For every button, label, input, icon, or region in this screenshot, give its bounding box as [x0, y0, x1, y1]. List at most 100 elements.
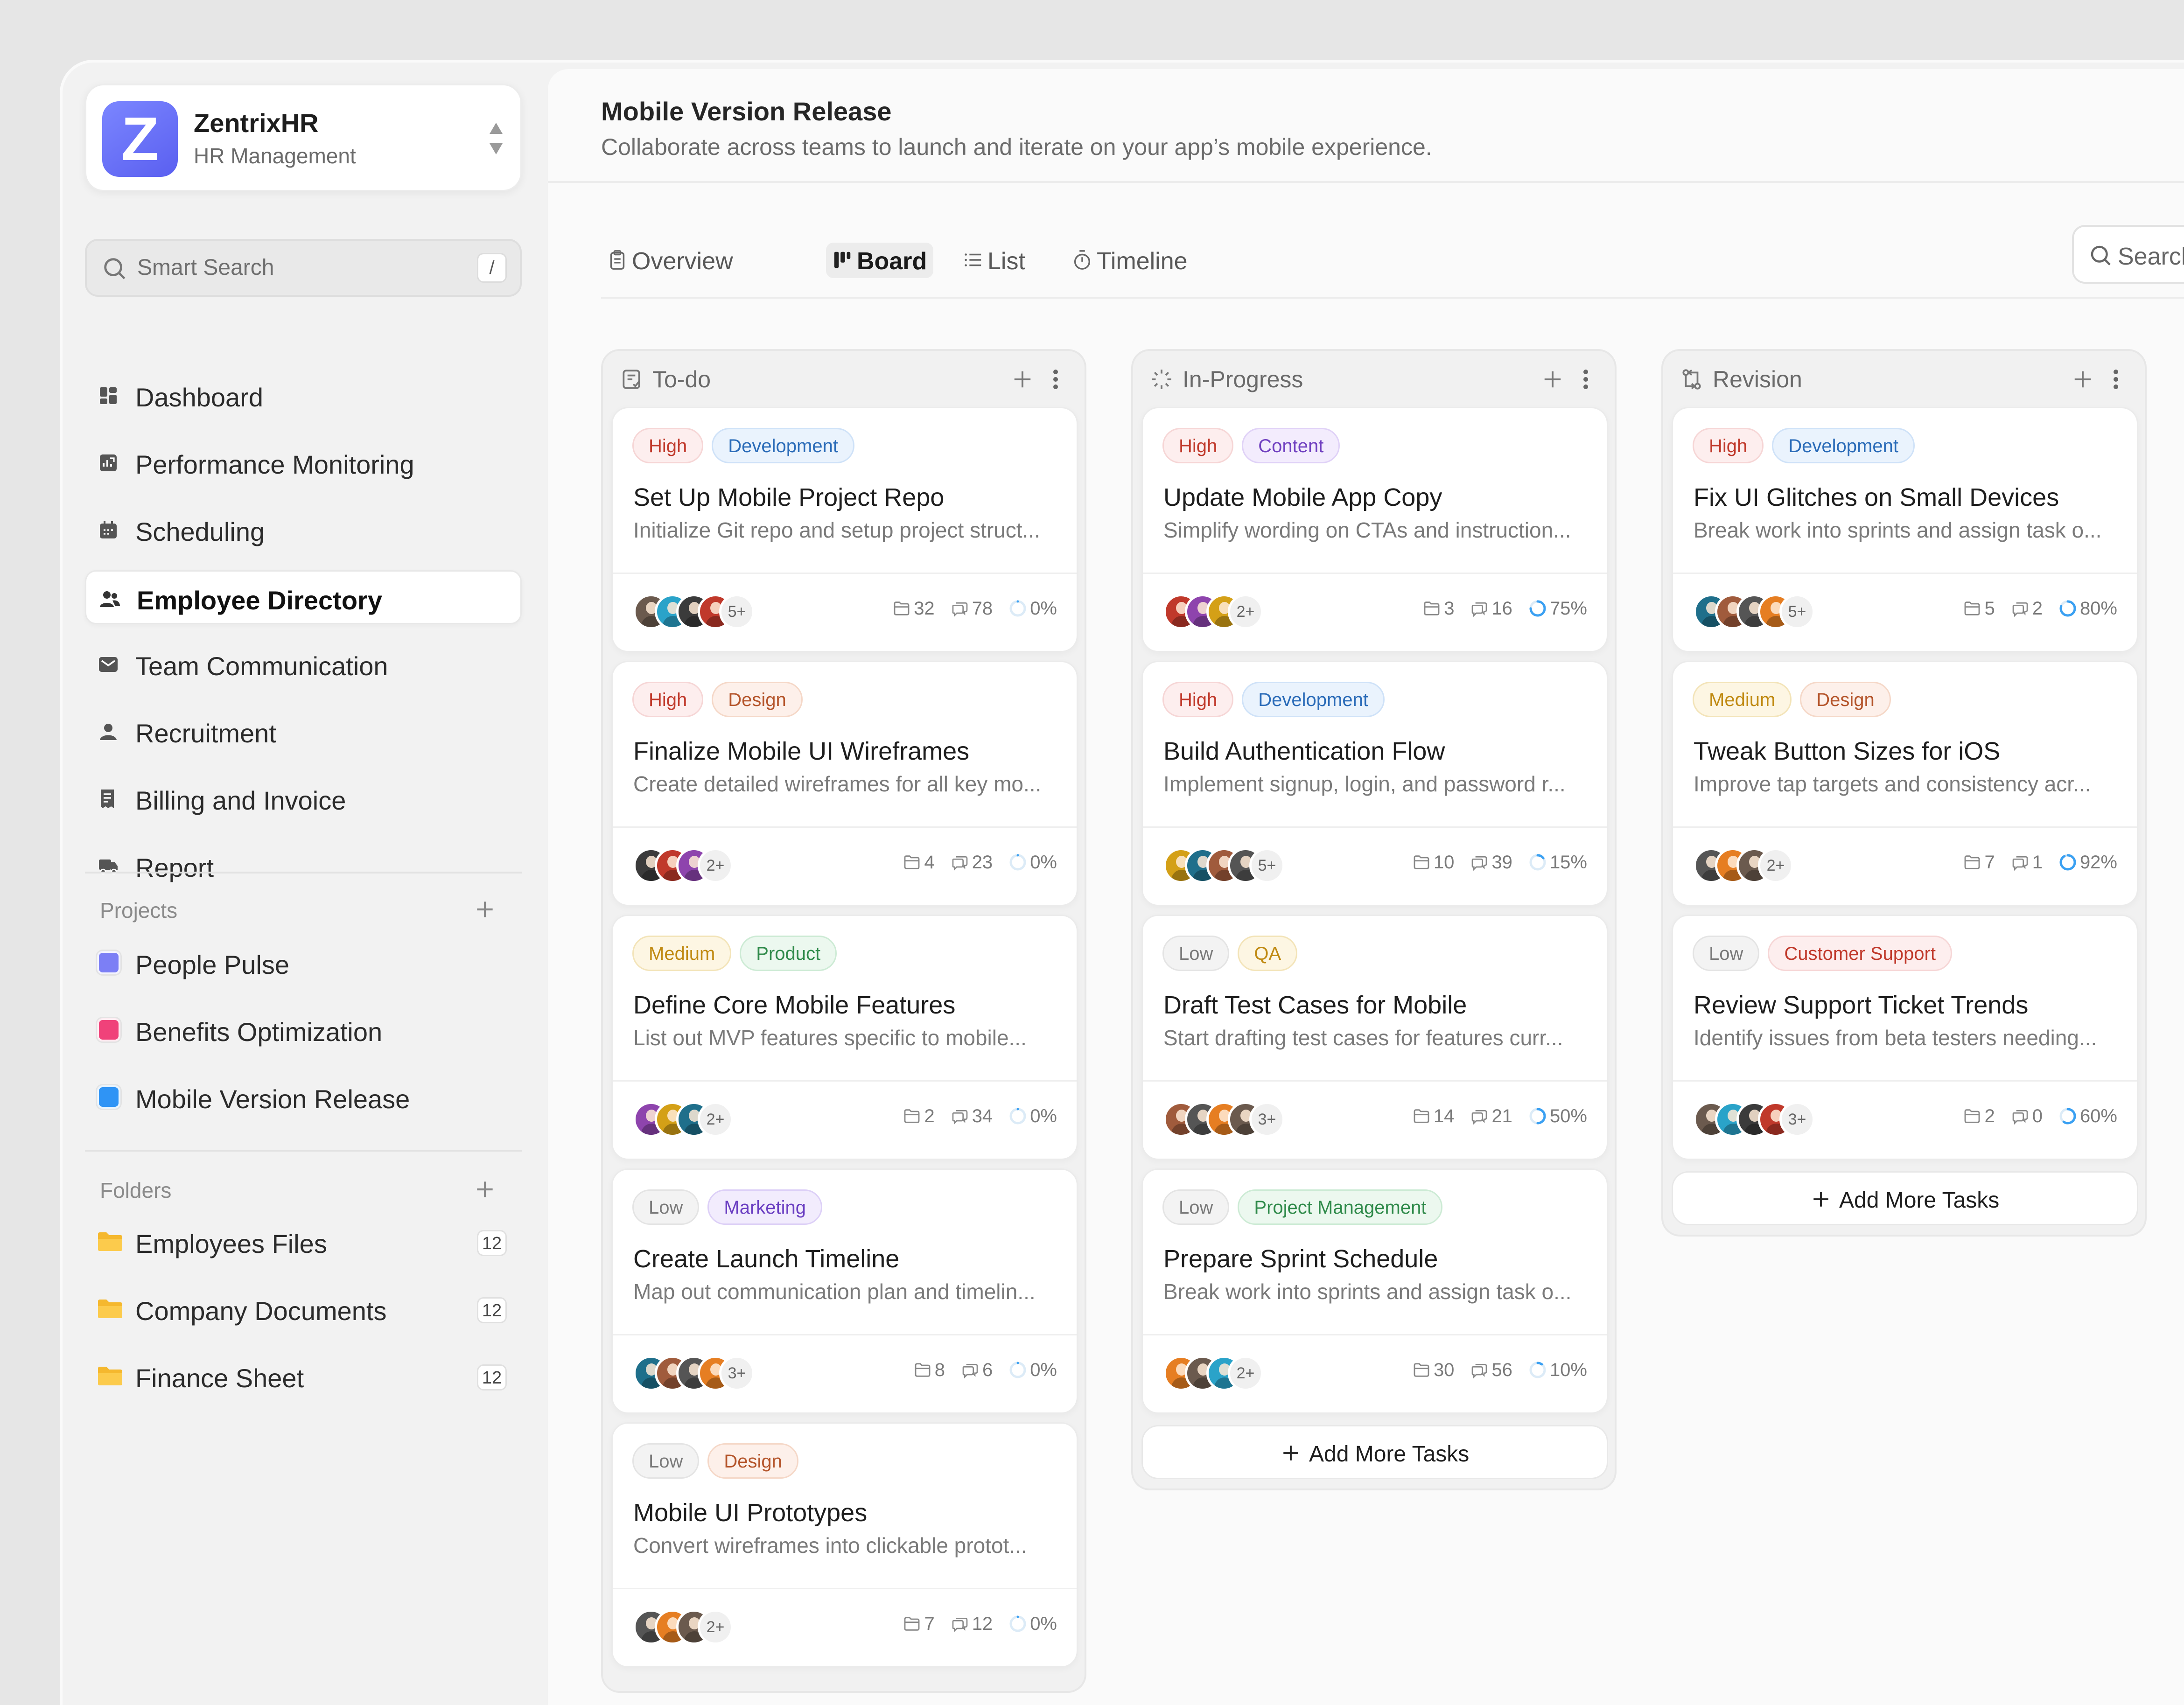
- board-search-input[interactable]: Search: [2072, 225, 2184, 284]
- files-count: 5: [1984, 598, 1995, 619]
- divider: [1143, 1080, 1607, 1082]
- workspace-switcher[interactable]: Z ZentrixHR HR Management: [85, 84, 522, 191]
- brand-name: ZentrixHR: [194, 108, 319, 138]
- task-card[interactable]: Medium Design Tweak Button Sizes for iOS Im…: [1672, 661, 2138, 906]
- task-stats: 5 2 80%: [1947, 597, 2117, 629]
- task-card[interactable]: High Development Build Authentication Flow…: [1141, 661, 1608, 906]
- progress-ring-icon: [2059, 600, 2076, 617]
- priority-tag: High: [1162, 682, 1234, 717]
- priority-tag: Low: [632, 1443, 700, 1479]
- task-card[interactable]: High Development Set Up Mobile Project Rep…: [611, 407, 1078, 652]
- nav-item-performance-monitoring[interactable]: Performance Monitoring: [85, 436, 522, 490]
- plus-icon: [1283, 1446, 1298, 1460]
- progress-value: 0%: [1030, 852, 1057, 873]
- comments-icon: [952, 1618, 968, 1633]
- task-card[interactable]: High Content Update Mobile App Copy Simplif…: [1141, 407, 1608, 652]
- files-stat: 32: [892, 597, 935, 619]
- nav-item-dashboard[interactable]: Dashboard: [85, 369, 522, 423]
- comments-icon: [952, 1110, 968, 1125]
- nav-item-billing-and-invoice[interactable]: Billing and Invoice: [85, 772, 522, 826]
- search-icon: [104, 258, 126, 280]
- files-count: 7: [924, 1613, 935, 1634]
- divider: [1143, 1334, 1607, 1335]
- nav-item-scheduling[interactable]: Scheduling: [85, 503, 522, 557]
- folder-item-employees-files[interactable]: Employees Files 12: [85, 1215, 522, 1269]
- add-task-icon[interactable]: [2072, 369, 2093, 390]
- priority-tag: High: [1162, 428, 1234, 463]
- nav-item-employee-directory[interactable]: Employee Directory: [85, 570, 522, 624]
- task-description: Initialize Git repo and setup project st…: [633, 518, 1040, 542]
- add-more-tasks-label: Add More Tasks: [1309, 1442, 1470, 1467]
- folder-icon: [98, 1300, 122, 1318]
- nav-item-report[interactable]: Report: [85, 839, 522, 893]
- nav-item-recruitment[interactable]: Recruitment: [85, 705, 522, 759]
- project-color-swatch: [97, 1018, 120, 1041]
- task-card[interactable]: Low Project Management Prepare Sprint Sche…: [1141, 1168, 1608, 1414]
- projects-heading: Projects: [100, 898, 178, 922]
- files-stat: 2: [1963, 1105, 1995, 1127]
- more-options-icon[interactable]: [2112, 368, 2120, 391]
- add-more-tasks-button[interactable]: Add More Tasks: [1141, 1425, 1608, 1479]
- folder-count-badge: 12: [477, 1230, 507, 1256]
- folder-outline-icon: [1965, 855, 1980, 870]
- smart-search-input[interactable]: Smart Search /: [85, 239, 522, 297]
- more-options-icon[interactable]: [1582, 368, 1589, 391]
- task-stats: 3 16 75%: [1407, 597, 1587, 629]
- comments-icon: [952, 856, 968, 871]
- tab-overview[interactable]: Overview: [601, 243, 733, 278]
- nav-item-team-communication[interactable]: Team Communication: [85, 637, 522, 692]
- divider: [613, 826, 1077, 828]
- task-card[interactable]: High Development Fix UI Glitches on Small …: [1672, 407, 2138, 652]
- task-card[interactable]: Low Marketing Create Launch Timeline Map ou…: [611, 1168, 1078, 1414]
- progress-value: 0%: [1030, 598, 1057, 619]
- files-count: 2: [924, 1105, 935, 1126]
- task-title: Prepare Sprint Schedule: [1163, 1245, 1438, 1273]
- task-card[interactable]: Low QA Draft Test Cases for Mobile Start dr…: [1141, 915, 1608, 1160]
- divider: [601, 297, 2184, 299]
- add-task-icon[interactable]: [1542, 369, 1563, 390]
- task-card[interactable]: High Design Finalize Mobile UI Wireframes C…: [611, 661, 1078, 906]
- comments-count: 12: [972, 1613, 993, 1634]
- sort-arrows-icon: [490, 123, 503, 154]
- folder-outline-icon: [1414, 1109, 1429, 1124]
- tab-board[interactable]: Board: [826, 243, 933, 278]
- task-card[interactable]: Low Design Mobile UI Prototypes Convert wir…: [611, 1422, 1078, 1668]
- nav-item-label: Employee Directory: [137, 586, 382, 615]
- task-tags: Low Project Management: [1162, 1189, 1451, 1227]
- priority-tag: High: [632, 428, 704, 463]
- tab-list[interactable]: List: [957, 243, 1041, 278]
- add-task-icon[interactable]: [1012, 369, 1033, 390]
- add-project-icon[interactable]: [473, 898, 497, 921]
- tab-label: Overview: [632, 248, 733, 275]
- task-stats: 8 6 0%: [897, 1358, 1057, 1391]
- task-tags: High Design: [632, 682, 811, 719]
- add-more-tasks-button[interactable]: Add More Tasks: [1672, 1171, 2138, 1225]
- task-stats: 2 0 60%: [1947, 1104, 2117, 1137]
- project-label: People Pulse: [135, 950, 290, 979]
- add-folder-icon[interactable]: [473, 1178, 497, 1201]
- progress-ring-icon: [1009, 600, 1026, 617]
- brand-subtitle: HR Management: [194, 144, 356, 168]
- folder-item-company-documents[interactable]: Company Documents 12: [85, 1282, 522, 1336]
- project-item-mobile-version-release[interactable]: Mobile Version Release: [85, 1070, 522, 1125]
- comments-icon: [2012, 602, 2028, 617]
- progress-value: 10%: [1549, 1359, 1587, 1380]
- progress-stat: 0%: [1008, 597, 1057, 619]
- task-stats: 7 12 0%: [887, 1612, 1057, 1645]
- project-item-benefits-optimization[interactable]: Benefits Optimization: [85, 1003, 522, 1057]
- tab-timeline[interactable]: Timeline: [1066, 243, 1206, 278]
- project-item-people-pulse[interactable]: People Pulse: [85, 936, 522, 990]
- main-content: Mobile Version Release Collaborate acros…: [548, 69, 2184, 1705]
- folder-item-finance-sheet[interactable]: Finance Sheet 12: [85, 1349, 522, 1404]
- task-card[interactable]: Low Customer Support Review Support Ticket…: [1672, 915, 2138, 1160]
- nav-item-label: Dashboard: [135, 383, 263, 412]
- category-tag: Project Management: [1238, 1189, 1443, 1225]
- comments-stat: 39: [1470, 851, 1512, 873]
- task-card[interactable]: Medium Product Define Core Mobile Features…: [611, 915, 1078, 1160]
- progress-value: 80%: [2079, 598, 2117, 619]
- divider: [1143, 826, 1607, 828]
- task-description: Identify issues from beta testers needin…: [1694, 1026, 2097, 1050]
- project-label: Mobile Version Release: [135, 1084, 410, 1114]
- more-options-icon[interactable]: [1052, 368, 1059, 391]
- column-in-progress: In-Progress High Content Update Mobile App …: [1131, 349, 1617, 1490]
